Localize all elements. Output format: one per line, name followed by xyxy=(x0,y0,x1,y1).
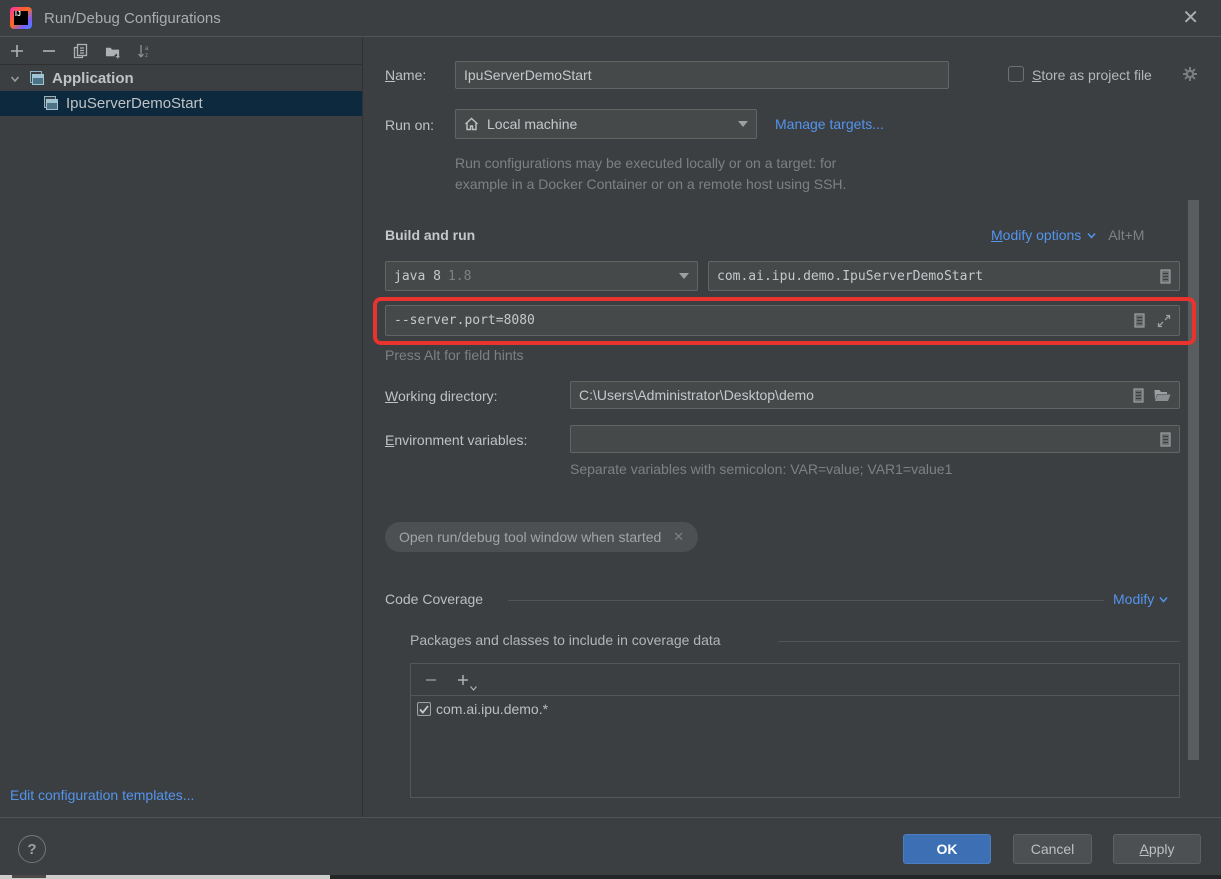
chevron-down-icon xyxy=(1159,596,1168,603)
dialog-titlebar: IJ Run/Debug Configurations ✕ xyxy=(0,0,1221,37)
svg-text:a: a xyxy=(145,46,149,52)
coverage-packages-header: Packages and classes to include in cover… xyxy=(410,632,721,648)
cancel-button[interactable]: Cancel xyxy=(1013,834,1092,864)
name-input[interactable]: IpuServerDemoStart xyxy=(455,61,949,89)
run-on-hint-line1: Run configurations may be executed local… xyxy=(455,155,836,171)
coverage-add-button[interactable] xyxy=(455,672,471,688)
code-coverage-title: Code Coverage xyxy=(385,591,483,607)
coverage-entry-checkbox[interactable] xyxy=(417,702,431,716)
macros-icon[interactable] xyxy=(1160,269,1171,284)
dialog-title: Run/Debug Configurations xyxy=(44,10,221,27)
macros-icon[interactable] xyxy=(1134,313,1145,328)
vertical-scrollbar[interactable] xyxy=(1188,200,1199,760)
expand-icon[interactable] xyxy=(1157,314,1171,328)
edit-configuration-templates-link[interactable]: Edit configuration templates... xyxy=(10,787,194,803)
browse-folder-icon[interactable] xyxy=(1154,389,1171,402)
open-tool-window-tag[interactable]: Open run/debug tool window when started … xyxy=(385,522,698,552)
coverage-modify-link[interactable]: Modify xyxy=(1113,591,1154,607)
working-directory-label: Working directory: xyxy=(385,388,498,404)
svg-text:z: z xyxy=(145,53,148,59)
modify-options-link[interactable]: Modify options xyxy=(991,227,1081,243)
main-class-value: com.ai.ipu.demo.IpuServerDemoStart xyxy=(717,269,983,284)
jre-select[interactable]: java 8 1.8 xyxy=(385,261,698,291)
name-label: Name: xyxy=(385,67,426,83)
help-button[interactable]: ? xyxy=(18,835,46,863)
macros-icon[interactable] xyxy=(1160,432,1171,447)
tree-item-label: IpuServerDemoStart xyxy=(66,95,203,112)
intellij-logo-icon: IJ xyxy=(10,7,32,29)
working-directory-value: C:\Users\Administrator\Desktop\demo xyxy=(579,387,814,403)
panel-divider xyxy=(362,38,363,817)
home-icon xyxy=(464,117,479,131)
new-folder-button[interactable] xyxy=(105,43,121,59)
jre-version: 1.8 xyxy=(448,269,471,284)
main-class-input[interactable]: com.ai.ipu.demo.IpuServerDemoStart xyxy=(708,261,1180,291)
coverage-toolbar xyxy=(411,664,1179,696)
configurations-toolbar: az xyxy=(0,38,362,65)
coverage-entry-row[interactable]: com.ai.ipu.demo.* xyxy=(411,696,1179,722)
dropdown-arrow-icon xyxy=(679,273,689,279)
background-window-edge xyxy=(12,875,46,878)
run-on-label: Run on: xyxy=(385,117,434,133)
modify-options-shortcut: Alt+M xyxy=(1108,227,1144,243)
run-on-value: Local machine xyxy=(487,116,577,132)
sort-configurations-button[interactable]: az xyxy=(137,43,153,59)
tag-label: Open run/debug tool window when started xyxy=(399,529,661,545)
background-window-edge xyxy=(330,875,1221,879)
ok-button[interactable]: OK xyxy=(903,834,991,864)
section-divider xyxy=(778,641,1180,642)
run-on-hint-line2: example in a Docker Container or on a re… xyxy=(455,176,846,192)
copy-configuration-button[interactable] xyxy=(73,43,89,59)
manage-targets-link[interactable]: Manage targets... xyxy=(775,116,884,132)
coverage-panel: com.ai.ipu.demo.* xyxy=(410,663,1180,798)
add-configuration-button[interactable] xyxy=(9,43,25,59)
remove-configuration-button[interactable] xyxy=(41,43,57,59)
tree-group-label: Application xyxy=(52,70,134,87)
field-hints-text: Press Alt for field hints xyxy=(385,347,524,363)
application-icon xyxy=(44,96,60,112)
name-value: IpuServerDemoStart xyxy=(464,67,592,83)
apply-button[interactable]: Apply xyxy=(1113,834,1201,864)
macros-icon[interactable] xyxy=(1133,388,1144,403)
dropdown-arrow-icon xyxy=(738,121,748,127)
gear-icon[interactable] xyxy=(1182,66,1198,82)
store-as-project-file-checkbox[interactable] xyxy=(1008,66,1024,82)
environment-variables-input[interactable] xyxy=(570,425,1180,453)
tag-close-icon[interactable]: ✕ xyxy=(673,529,684,545)
coverage-remove-button[interactable] xyxy=(423,672,439,688)
jre-value: java 8 xyxy=(394,269,441,284)
environment-variables-label: Environment variables: xyxy=(385,432,527,448)
program-arguments-input[interactable]: --server.port=8080 xyxy=(385,305,1180,336)
application-icon xyxy=(30,71,46,87)
tree-item-ipuserverdemostart[interactable]: IpuServerDemoStart xyxy=(0,91,362,116)
environment-variables-hint: Separate variables with semicolon: VAR=v… xyxy=(570,461,952,477)
store-as-project-file-label: Store as project file xyxy=(1032,67,1152,83)
close-icon[interactable]: ✕ xyxy=(1182,7,1199,29)
run-on-select[interactable]: Local machine xyxy=(455,109,757,139)
section-divider xyxy=(508,600,1104,601)
footer-divider xyxy=(0,817,1221,818)
program-arguments-value: --server.port=8080 xyxy=(394,313,535,328)
build-and-run-title: Build and run xyxy=(385,227,475,243)
chevron-down-icon xyxy=(10,74,20,84)
tree-group-application[interactable]: Application xyxy=(0,66,362,91)
background-window-edge xyxy=(0,875,330,879)
working-directory-input[interactable]: C:\Users\Administrator\Desktop\demo xyxy=(570,381,1180,409)
chevron-down-icon xyxy=(1087,232,1096,239)
coverage-entry-label: com.ai.ipu.demo.* xyxy=(436,701,548,717)
